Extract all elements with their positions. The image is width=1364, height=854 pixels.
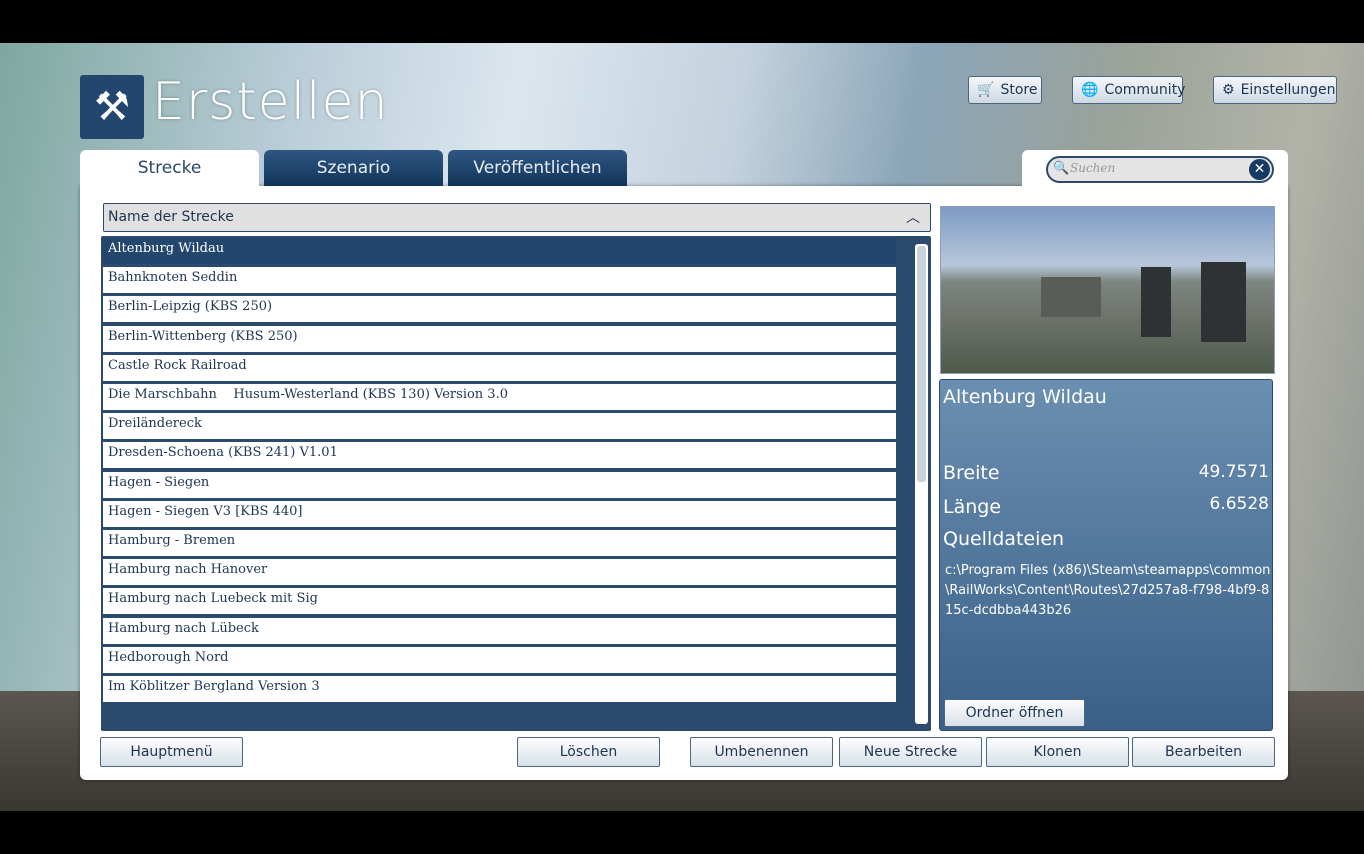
tab-szenario[interactable]: Szenario: [264, 150, 443, 186]
route-list-item[interactable]: Berlin-Leipzig (KBS 250): [103, 296, 896, 323]
latitude-value: 49.7571: [1198, 462, 1269, 482]
route-list-item[interactable]: Hagen - Siegen V3 [KBS 440]: [103, 500, 896, 527]
store-button[interactable]: 🛒 Store: [968, 76, 1042, 104]
route-list: Altenburg Wildau Bahnknoten Seddin Berlin-…: [101, 236, 931, 731]
gear-icon: ⚙: [1222, 82, 1235, 98]
column-header-route-name[interactable]: Name der Strecke ︿: [103, 203, 931, 232]
source-path: c:\Program Files (x86)\Steam\steamapps\c…: [945, 563, 1271, 618]
route-list-item[interactable]: Dreiländereck: [103, 413, 896, 440]
globe-icon: 🌐: [1081, 82, 1099, 98]
route-preview-image: [940, 206, 1275, 374]
search-input[interactable]: 🔍 Suchen ✕: [1046, 156, 1274, 183]
community-button[interactable]: 🌐 Community: [1072, 76, 1186, 104]
route-list-item[interactable]: Castle Rock Railroad: [103, 354, 896, 381]
route-details: Altenburg Wildau Breite 49.7571 Länge 6.…: [939, 379, 1273, 731]
tools-icon: ⚒: [80, 75, 144, 139]
clone-button[interactable]: Klonen: [986, 737, 1129, 767]
page-title: Erstellen: [152, 72, 389, 132]
settings-button[interactable]: ⚙ Einstellungen: [1213, 76, 1337, 104]
route-list-item[interactable]: Hedborough Nord: [103, 646, 896, 673]
route-list-item[interactable]: Berlin-Wittenberg (KBS 250): [103, 325, 896, 352]
delete-button[interactable]: Löschen: [517, 737, 660, 767]
route-list-item[interactable]: Hamburg - Bremen: [103, 530, 896, 556]
route-list-item[interactable]: Die Marschbahn Husum-Westerland (KBS 130…: [103, 384, 896, 410]
route-list-item[interactable]: Hagen - Siegen: [103, 471, 896, 498]
route-name: Altenburg Wildau: [943, 386, 1107, 408]
open-folder-button[interactable]: Ordner öffnen: [944, 699, 1085, 727]
route-list-item[interactable]: Hamburg nach Luebeck mit Sig: [103, 588, 896, 615]
route-list-item[interactable]: Dresden-Schoena (KBS 241) V1.01: [103, 442, 896, 469]
latitude-label: Breite: [943, 462, 1000, 484]
settings-label: Einstellungen: [1240, 82, 1336, 98]
store-label: Store: [1000, 82, 1038, 98]
new-route-button[interactable]: Neue Strecke: [839, 737, 982, 767]
route-list-item[interactable]: Bahnknoten Seddin: [103, 267, 896, 294]
main-menu-button[interactable]: Hauptmenü: [100, 737, 243, 767]
route-list-item[interactable]: Hamburg nach Lübeck: [103, 617, 896, 644]
rename-button[interactable]: Umbenennen: [690, 737, 833, 767]
search-placeholder: Suchen: [1070, 161, 1116, 175]
column-header-label: Name der Strecke: [108, 209, 234, 225]
community-label: Community: [1104, 82, 1186, 98]
longitude-value: 6.6528: [1209, 494, 1269, 514]
scrollbar-thumb[interactable]: [917, 246, 926, 482]
cart-icon: 🛒: [977, 82, 995, 98]
chevron-up-icon[interactable]: ︿: [906, 207, 920, 227]
source-files-label: Quelldateien: [943, 528, 1065, 550]
search-icon: 🔍: [1053, 161, 1070, 176]
longitude-label: Länge: [943, 496, 1002, 518]
tab-veroeffentlichen[interactable]: Veröffentlichen: [448, 150, 627, 186]
route-list-item[interactable]: Im Köblitzer Bergland Version 3: [103, 676, 896, 702]
route-list-item[interactable]: Altenburg Wildau: [103, 238, 896, 264]
clear-search-icon[interactable]: ✕: [1249, 159, 1270, 180]
tab-strecke[interactable]: Strecke: [80, 150, 259, 186]
edit-button[interactable]: Bearbeiten: [1132, 737, 1275, 767]
route-list-item[interactable]: Hamburg nach Hanover: [103, 559, 896, 586]
